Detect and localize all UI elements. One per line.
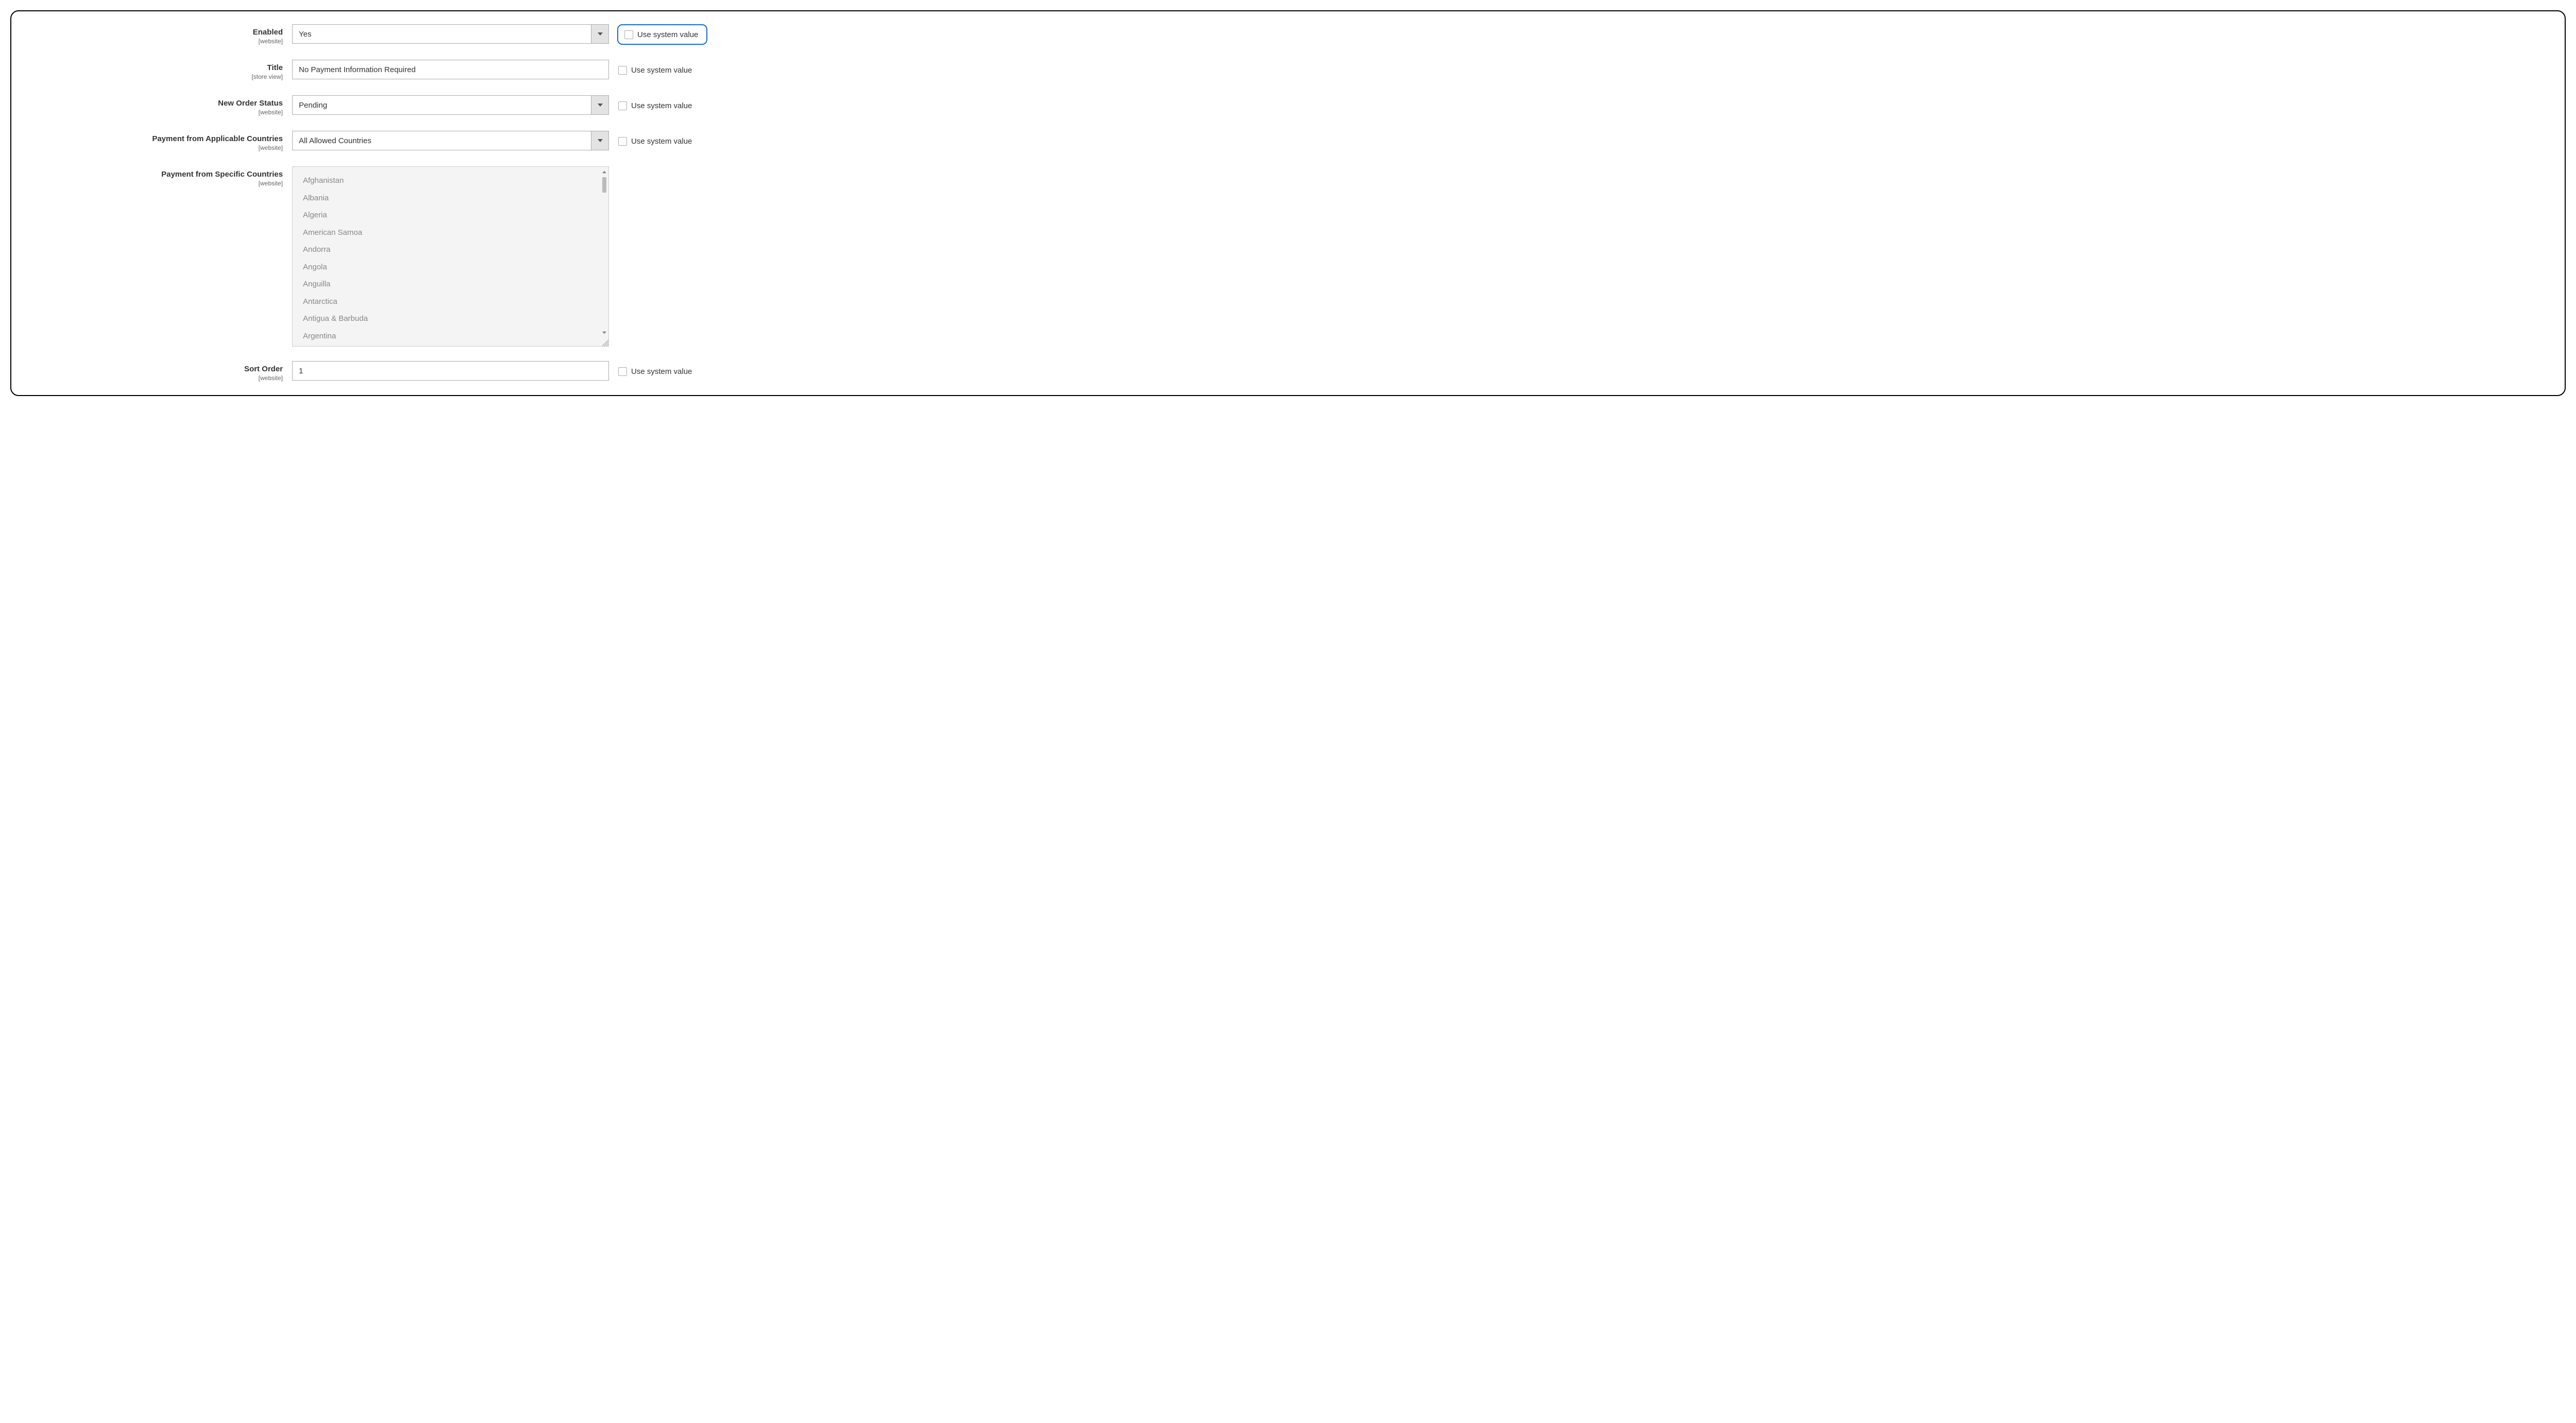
specific-countries-multiselect[interactable]: Afghanistan Albania Algeria American Sam… (292, 166, 609, 347)
label-nos-scope: [website] (24, 109, 283, 117)
label-title-scope: [store view] (24, 73, 283, 81)
checkbox-title[interactable] (618, 66, 627, 75)
label-enabled-text: Enabled (24, 27, 283, 38)
input-col-sc: Afghanistan Albania Algeria American Sam… (292, 166, 609, 347)
resize-handle-icon[interactable] (600, 338, 608, 346)
country-option[interactable]: Albania (303, 190, 605, 207)
config-panel: Enabled [website] Yes Use system value T… (10, 10, 2566, 396)
country-option[interactable]: Andorra (303, 241, 605, 259)
label-enabled: Enabled [website] (24, 24, 292, 45)
scrollbar[interactable] (601, 169, 607, 344)
checkbox-enabled[interactable] (624, 30, 633, 39)
row-new-order-status: New Order Status [website] Pending Use s… (24, 95, 2462, 116)
input-col-enabled: Yes (292, 24, 609, 44)
use-system-label-enabled: Use system value (637, 30, 698, 39)
country-option[interactable]: Algeria (303, 207, 605, 224)
use-system-label-so: Use system value (631, 367, 692, 376)
title-input[interactable] (292, 60, 609, 79)
chevron-down-icon (591, 25, 608, 43)
country-option[interactable]: American Samoa (303, 224, 605, 242)
row-title: Title [store view] Use system value (24, 60, 2462, 81)
use-system-label-nos: Use system value (631, 101, 692, 110)
input-col-nos: Pending (292, 95, 609, 115)
label-applicable-countries: Payment from Applicable Countries [websi… (24, 131, 292, 152)
checkbox-nos[interactable] (618, 101, 627, 110)
label-so-scope: [website] (24, 374, 283, 383)
label-title-text: Title (24, 63, 283, 73)
checkbox-ac[interactable] (618, 137, 627, 146)
enabled-select-value: Yes (293, 25, 591, 43)
new-order-status-select[interactable]: Pending (292, 95, 609, 115)
input-col-title (292, 60, 609, 79)
checkbox-so[interactable] (618, 367, 627, 376)
label-sort-order: Sort Order [website] (24, 361, 292, 382)
scroll-up-icon[interactable] (601, 169, 607, 175)
label-sc-scope: [website] (24, 180, 283, 188)
label-new-order-status: New Order Status [website] (24, 95, 292, 116)
label-specific-countries: Payment from Specific Countries [website… (24, 166, 292, 187)
country-option[interactable]: Argentina (303, 328, 605, 341)
label-nos-text: New Order Status (24, 98, 283, 109)
chevron-down-icon (591, 96, 608, 114)
label-enabled-scope: [website] (24, 38, 283, 46)
label-ac-scope: [website] (24, 144, 283, 152)
applicable-countries-select[interactable]: All Allowed Countries (292, 131, 609, 150)
row-applicable-countries: Payment from Applicable Countries [websi… (24, 131, 2462, 152)
row-enabled: Enabled [website] Yes Use system value (24, 24, 2462, 45)
chevron-down-icon (591, 131, 608, 150)
scrollbar-thumb[interactable] (602, 177, 606, 193)
ac-select-value: All Allowed Countries (293, 131, 591, 150)
use-system-label-ac: Use system value (631, 137, 692, 146)
nos-select-value: Pending (293, 96, 591, 114)
label-sc-text: Payment from Specific Countries (24, 169, 283, 180)
input-col-ac: All Allowed Countries (292, 131, 609, 150)
use-system-ac[interactable]: Use system value (609, 131, 692, 150)
country-option[interactable]: Angola (303, 259, 605, 276)
input-col-so (292, 361, 609, 381)
multiselect-inner: Afghanistan Albania Algeria American Sam… (303, 172, 605, 341)
row-specific-countries: Payment from Specific Countries [website… (24, 166, 2462, 347)
country-option[interactable]: Anguilla (303, 276, 605, 293)
row-sort-order: Sort Order [website] Use system value (24, 361, 2462, 382)
country-option[interactable]: Antigua & Barbuda (303, 310, 605, 328)
use-system-so[interactable]: Use system value (609, 361, 692, 381)
label-so-text: Sort Order (24, 364, 283, 374)
sort-order-input[interactable] (292, 361, 609, 381)
enabled-select[interactable]: Yes (292, 24, 609, 44)
use-system-nos[interactable]: Use system value (609, 95, 692, 115)
label-ac-text: Payment from Applicable Countries (24, 134, 283, 144)
use-system-title[interactable]: Use system value (609, 60, 692, 79)
country-option[interactable]: Afghanistan (303, 172, 605, 190)
use-system-label-title: Use system value (631, 66, 692, 75)
scroll-down-icon[interactable] (601, 330, 607, 336)
country-option[interactable]: Antarctica (303, 293, 605, 311)
use-system-enabled[interactable]: Use system value (617, 24, 707, 45)
label-title: Title [store view] (24, 60, 292, 81)
